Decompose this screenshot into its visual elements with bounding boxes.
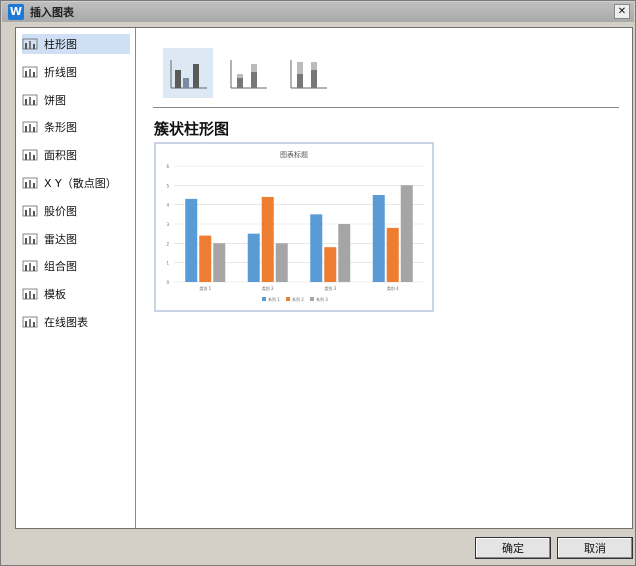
- x-tick-label: 类别 2: [262, 285, 274, 291]
- bar: [372, 195, 385, 282]
- legend-swatch: [310, 297, 314, 301]
- close-button[interactable]: ✕: [614, 4, 630, 19]
- sidebar-item-label: 饼图: [44, 93, 66, 107]
- chart-type-sidebar: 柱形图折线图饼图条形图面积图 X Y（散点图） 股价图雷达图组合图模板在线图表: [16, 28, 136, 528]
- sidebar-item-line-chart[interactable]: 折线图: [22, 62, 130, 82]
- bar: [400, 185, 413, 282]
- sidebar-item-label: 柱形图: [44, 38, 77, 51]
- area-chart-icon: [22, 149, 38, 161]
- subtype-100-stacked-column[interactable]: [283, 48, 333, 98]
- title-bar[interactable]: W 插入图表 ✕: [2, 2, 634, 22]
- legend-label: 系列 3: [316, 296, 328, 302]
- combo-chart-icon: [22, 260, 38, 272]
- legend-label: 系列 1: [268, 296, 280, 302]
- bar: [386, 227, 399, 282]
- bar: [213, 243, 226, 282]
- ok-button[interactable]: 确定: [475, 537, 551, 559]
- sidebar-item-label: 在线图表: [44, 316, 88, 329]
- sidebar-item-pie-chart[interactable]: 饼图: [22, 90, 130, 110]
- chart-preview-svg: 图表标题 0 1 2 3 4 5 6 类别 1 类别 2 类别 3 类别 4 系列 1 系列 2 系列 3: [166, 150, 424, 302]
- bar: [261, 196, 274, 282]
- legend-label: 系列 2: [292, 296, 304, 302]
- y-tick-label: 6: [166, 164, 169, 169]
- sidebar-item-label: 股价图: [44, 204, 77, 218]
- y-tick-label: 5: [166, 183, 169, 188]
- sidebar-item-label: 折线图: [44, 65, 77, 79]
- y-tick-label: 4: [166, 203, 169, 208]
- radar-chart-icon: [22, 233, 38, 244]
- stacked-column-icon: [230, 60, 267, 89]
- bar: [275, 243, 288, 282]
- line-chart-icon: [22, 66, 38, 78]
- legend-swatch: [286, 297, 290, 301]
- clustered-column-icon: [170, 60, 207, 89]
- sidebar-item-bar-chart[interactable]: 条形图: [22, 117, 130, 137]
- chart-title: 图表标题: [280, 150, 308, 159]
- sidebar-item-label: 面积图: [44, 149, 77, 163]
- x-tick-label: 类别 4: [387, 285, 399, 291]
- insert-chart-dialog: W 插入图表 ✕ 柱形图折线图饼图条形图面积图 X Y（散点图） 股价图雷达图组合图…: [0, 0, 636, 566]
- cancel-button[interactable]: 取消: [557, 537, 633, 559]
- online-chart-icon: [22, 316, 38, 328]
- bar-chart-icon: [22, 121, 38, 133]
- subtype-clustered-column[interactable]: [163, 48, 213, 98]
- template-icon: [22, 288, 38, 300]
- pie-chart-icon: [22, 94, 38, 105]
- bar: [324, 247, 337, 282]
- bar: [310, 214, 323, 282]
- y-tick-label: 0: [166, 280, 169, 285]
- stock-chart-icon: [22, 205, 38, 217]
- sidebar-item-template[interactable]: 模板: [22, 284, 130, 304]
- y-tick-label: 1: [166, 261, 169, 266]
- subtype-stacked-column[interactable]: [223, 48, 273, 98]
- chart-main-panel: 簇状柱形图 图表标题 0 1 2 3 4 5 6 类别 1 类别 2 类别 3 类别 4 系列 1 系列 …: [137, 28, 632, 528]
- legend-swatch: [262, 297, 266, 301]
- y-tick-label: 2: [166, 241, 169, 246]
- percent-stacked-column-icon: [290, 60, 327, 89]
- bar: [338, 224, 351, 282]
- chart-preview[interactable]: 图表标题 0 1 2 3 4 5 6 类别 1 类别 2 类别 3 类别 4 系列 1 系列 2 系列 3: [154, 142, 434, 312]
- sidebar-item-scatter-chart[interactable]: X Y（散点图）: [22, 173, 130, 193]
- sidebar-item-combo-chart[interactable]: 组合图: [22, 256, 130, 276]
- sidebar-item-stock-chart[interactable]: 股价图: [22, 201, 130, 221]
- scatter-chart-icon: [22, 177, 38, 189]
- sidebar-item-label: 组合图: [44, 260, 77, 274]
- bar: [247, 233, 260, 282]
- sidebar-item-label: 雷达图: [44, 232, 77, 246]
- sidebar-item-radar-chart[interactable]: 雷达图: [22, 229, 130, 249]
- x-tick-label: 类别 3: [324, 285, 336, 291]
- sidebar-item-column-chart[interactable]: 柱形图: [22, 34, 130, 54]
- column-chart-icon: [22, 38, 38, 50]
- dialog-content: 柱形图折线图饼图条形图面积图 X Y（散点图） 股价图雷达图组合图模板在线图表: [15, 27, 633, 529]
- wps-app-icon: W: [8, 4, 24, 20]
- sidebar-item-label: 模板: [44, 288, 66, 302]
- bar: [185, 198, 198, 282]
- y-tick-label: 3: [166, 222, 169, 227]
- bar: [199, 235, 212, 282]
- sidebar-item-online-chart[interactable]: 在线图表: [22, 312, 130, 332]
- sidebar-item-label: X Y（散点图）: [44, 177, 117, 190]
- x-tick-label: 类别 1: [199, 285, 211, 291]
- window-title: 插入图表: [30, 6, 74, 19]
- chart-type-heading: 簇状柱形图: [154, 120, 230, 138]
- sidebar-item-label: 条形图: [44, 121, 77, 135]
- sidebar-item-area-chart[interactable]: 面积图: [22, 145, 130, 165]
- divider: [153, 107, 619, 108]
